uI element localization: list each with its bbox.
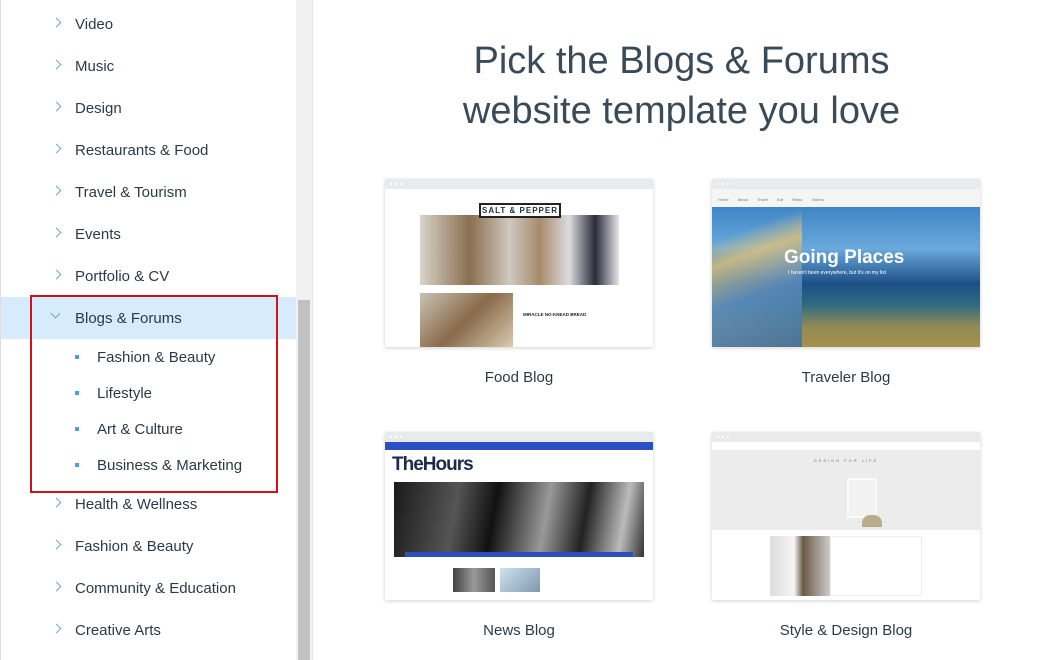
template-name[interactable]: Traveler Blog	[712, 369, 980, 386]
category-community-education[interactable]: Community & Education	[1, 567, 297, 609]
subcategory-lifestyle[interactable]: Lifestyle	[1, 375, 297, 411]
chevron-right-icon	[51, 184, 63, 198]
template-preview: SALT & PEPPER MIRACLE NO-KNEAD BREAD	[385, 179, 653, 347]
template-preview: TheHours	[385, 432, 653, 600]
category-fashion-beauty[interactable]: Fashion & Beauty	[1, 525, 297, 567]
bread-image	[420, 293, 513, 347]
template-preview: Home About Travel Eat Relax Videos Going…	[712, 179, 980, 347]
category-design[interactable]: Design	[1, 87, 297, 129]
bullet-icon	[75, 427, 79, 431]
chevron-right-icon	[51, 142, 63, 156]
subcategory-business-marketing[interactable]: Business & Marketing	[1, 447, 297, 483]
template-name[interactable]: Food Blog	[385, 369, 653, 386]
category-health-wellness[interactable]: Health & Wellness	[1, 483, 297, 525]
template-card-food-blog[interactable]: SALT & PEPPER MIRACLE NO-KNEAD BREAD Foo…	[385, 179, 653, 386]
bullet-icon	[75, 355, 79, 359]
chevron-right-icon	[51, 268, 63, 282]
category-events[interactable]: Events	[1, 213, 297, 255]
template-card-style-design-blog[interactable]: DESIGN FOR LIFE Style & Design Blog	[712, 432, 980, 639]
chevron-down-icon	[51, 310, 63, 324]
category-music[interactable]: Music	[1, 45, 297, 87]
chevron-right-icon	[51, 100, 63, 114]
scrollbar-thumb[interactable]	[298, 300, 310, 660]
category-travel-tourism[interactable]: Travel & Tourism	[1, 171, 297, 213]
category-sidebar: Video Music Design Restaurants & Food Tr…	[0, 0, 297, 660]
subcategory-art-culture[interactable]: Art & Culture	[1, 411, 297, 447]
category-portfolio-cv[interactable]: Portfolio & CV	[1, 255, 297, 297]
hero-image	[420, 215, 619, 285]
chevron-right-icon	[51, 622, 63, 636]
template-card-news-blog[interactable]: TheHours News Blog	[385, 432, 653, 639]
chevron-right-icon	[51, 226, 63, 240]
preview-nav: Home About Travel Eat Relax Videos	[712, 189, 980, 207]
template-name[interactable]: Style & Design Blog	[712, 622, 980, 639]
chevron-right-icon	[51, 16, 63, 30]
chevron-right-icon	[51, 538, 63, 552]
chevron-right-icon	[51, 496, 63, 510]
hero-image	[394, 482, 644, 557]
page-title: Pick the Blogs & Forums website template…	[462, 40, 901, 132]
template-preview: DESIGN FOR LIFE	[712, 432, 980, 600]
template-card-traveler-blog[interactable]: Home About Travel Eat Relax Videos Going…	[712, 179, 980, 386]
category-creative-arts[interactable]: Creative Arts	[1, 609, 297, 651]
chevron-right-icon	[51, 580, 63, 594]
category-blogs-forums[interactable]: Blogs & Forums	[1, 297, 297, 339]
template-name[interactable]: News Blog	[385, 622, 653, 639]
chevron-right-icon	[51, 58, 63, 72]
category-video[interactable]: Video	[1, 3, 297, 45]
bullet-icon	[75, 391, 79, 395]
bullet-icon	[75, 463, 79, 467]
category-restaurants-food[interactable]: Restaurants & Food	[1, 129, 297, 171]
subcategory-fashion-beauty[interactable]: Fashion & Beauty	[1, 339, 297, 375]
